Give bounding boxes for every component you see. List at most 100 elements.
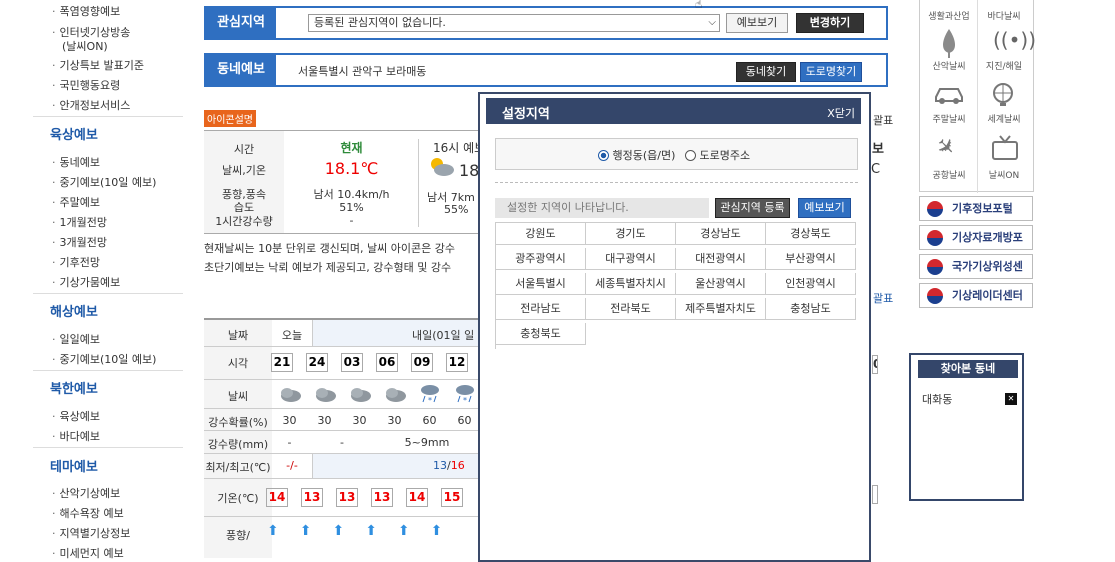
nav-item[interactable]: 미세먼지 예보 (52, 545, 124, 561)
dong-bar: 동네예보 서울특별시 관악구 보라매동 동네찾기 도로명찾기 (204, 53, 888, 87)
modal-view-forecast-button[interactable]: 예보보기 (798, 198, 851, 218)
region-item[interactable]: 인천광역시 (766, 273, 856, 295)
nav-item[interactable]: 폭염영향예보 (52, 3, 121, 19)
rain-snow-icon: * (453, 382, 477, 407)
partial-link[interactable]: 괄표 (873, 290, 893, 306)
region-item[interactable]: 전라북도 (586, 298, 676, 320)
nav-item[interactable]: 주말예보 (52, 194, 100, 210)
globe-icon (990, 81, 1016, 110)
shortcut-sea-weather[interactable]: 바다날씨 (978, 9, 1030, 22)
prob-cell: 30 (317, 414, 332, 427)
visited-item[interactable]: 대화동 (922, 391, 952, 407)
icon-description-badge[interactable]: 아이콘설명 (204, 110, 256, 127)
partial-link[interactable]: 괄표 (873, 112, 893, 128)
region-item[interactable]: 울산광역시 (676, 273, 766, 295)
current-temp: 18.1℃ (324, 159, 379, 178)
divider (33, 116, 183, 117)
nav-item[interactable]: 동네예보 (52, 154, 100, 170)
radio-road-label: 도로명주소 (699, 149, 751, 162)
shortcut-weather-on[interactable]: 날씨ON (978, 168, 1030, 181)
nav-heading-land[interactable]: 육상예보 (50, 124, 98, 143)
nav-heading-theme[interactable]: 테마예보 (50, 456, 98, 475)
nav-item[interactable]: 바다예보 (52, 428, 100, 444)
current-wind: 남서 10.4km/h (313, 188, 390, 201)
dong-label: 동네예보 (206, 55, 276, 85)
shortcut-weekend-weather[interactable]: 주말날씨 (923, 112, 975, 125)
nav-item[interactable]: 일일예보 (52, 331, 100, 347)
nav-item[interactable]: 지역별기상정보 (52, 525, 131, 541)
cloudy-icon (383, 384, 407, 407)
find-dong-button[interactable]: 동네찾기 (736, 62, 796, 82)
remove-icon[interactable]: ✕ (1005, 393, 1017, 405)
region-item[interactable]: 경상북도 (766, 223, 856, 245)
nav-item[interactable]: 국민행동요령 (52, 77, 121, 93)
nav-item[interactable]: 육상예보 (52, 408, 100, 424)
nav-item[interactable]: 기상가뭄예보 (52, 274, 121, 290)
prob-cell: 30 (387, 414, 402, 427)
amount-cell: - (340, 436, 344, 449)
find-road-button[interactable]: 도로명찾기 (800, 62, 862, 82)
nav-item[interactable]: 해수욕장 예보 (52, 505, 124, 521)
nav-item[interactable]: 3개월전망 (52, 234, 107, 250)
modal-close-button[interactable]: X닫기 (827, 105, 855, 121)
nav-item[interactable]: 기후전망 (52, 254, 100, 270)
max-temp: 16 (450, 459, 465, 472)
shortcut-airport-weather[interactable]: 공항날씨 (923, 168, 975, 181)
hour-cell: 09 (411, 353, 433, 372)
link-open-data-portal[interactable]: 기상자료개방포털 (919, 225, 1033, 267)
shortcut-mountain-weather[interactable]: 산악날씨 (923, 59, 975, 72)
radio-road-address[interactable]: 도로명주소 (685, 147, 750, 163)
region-item[interactable]: 제주특별자치도 (676, 298, 766, 320)
link-radar-center[interactable]: 기상레이더센터 (919, 283, 1033, 308)
region-item[interactable]: 부산광역시 (766, 248, 856, 270)
temp-cell: 13 (301, 488, 323, 507)
region-item[interactable]: 충청남도 (766, 298, 856, 320)
min-temp: 13 (433, 459, 447, 472)
modal-title: 설정지역 (502, 107, 550, 122)
nav-item[interactable]: 산악기상예보 (52, 485, 121, 501)
region-item[interactable]: 강원도 (496, 223, 586, 245)
row-label-amount: 강수량(mm) (207, 438, 269, 451)
region-grid: 강원도 경기도 경상남도 경상북도 광주광역시 대구광역시 대전광역시 부산광역… (495, 222, 856, 349)
svg-text:*: * (428, 396, 432, 404)
link-satellite-center[interactable]: 국가기상위성센터 (919, 254, 1033, 296)
partial-text: C (871, 162, 881, 177)
region-item[interactable]: 충청북도 (496, 323, 586, 345)
cloudy-icon (278, 384, 302, 407)
radio-admin-label: 행정동(읍/면) (612, 149, 676, 162)
amount-cell: - (287, 436, 292, 449)
change-button[interactable]: 변경하기 (796, 13, 864, 33)
link-climate-portal[interactable]: 기후정보포털 (919, 196, 1033, 221)
nav-item[interactable]: 1개월전망 (52, 214, 107, 230)
nav-item[interactable]: 중기예보(10일 예보) (52, 174, 157, 190)
airplane-icon: ✈ (929, 132, 961, 163)
nav-item-sub[interactable]: (날씨ON) (62, 38, 108, 54)
hour-cell: 06 (376, 353, 398, 372)
current-weather-panel: 시간 날씨,기온 풍향,풍속 습도 1시간강수량 현재 18.1℃ 남서 10.… (204, 130, 485, 234)
region-item[interactable]: 세종특별자치시 (586, 273, 676, 295)
radio-unselected-icon (685, 150, 696, 161)
region-item[interactable]: 서울특별시 (496, 273, 586, 295)
region-item[interactable]: 경기도 (586, 223, 676, 245)
interest-select[interactable]: 등록된 관심지역이 없습니다. ⌵ (308, 14, 720, 32)
region-item[interactable]: 대전광역시 (676, 248, 766, 270)
shortcut-earthquake[interactable]: 지진/해일 (978, 59, 1030, 72)
hour-cell: 24 (306, 353, 328, 372)
region-item[interactable]: 대구광역시 (586, 248, 676, 270)
view-forecast-button[interactable]: 예보보기 (726, 13, 788, 33)
shortcut-life-industry[interactable]: 생활과산업 (923, 9, 975, 22)
region-item[interactable]: 전라남도 (496, 298, 586, 320)
emblem-icon (927, 288, 943, 304)
register-interest-button[interactable]: 관심지역 등록 (715, 198, 790, 218)
nav-item[interactable]: 중기예보(10일 예보) (52, 351, 157, 367)
nav-heading-sea[interactable]: 해상예보 (50, 301, 98, 320)
label-weather: 날씨,기온 (222, 164, 266, 177)
region-item[interactable]: 광주광역시 (496, 248, 586, 270)
region-item[interactable]: 경상남도 (676, 223, 766, 245)
nav-heading-nk[interactable]: 북한예보 (50, 378, 98, 397)
nav-item[interactable]: 기상특보 발표기준 (52, 57, 144, 73)
radio-admin-dong[interactable]: 행정동(읍/면) (598, 147, 675, 163)
nav-item[interactable]: 안개정보서비스 (52, 97, 131, 113)
prob-cell: 30 (282, 414, 297, 427)
shortcut-world-weather[interactable]: 세계날씨 (978, 112, 1030, 125)
